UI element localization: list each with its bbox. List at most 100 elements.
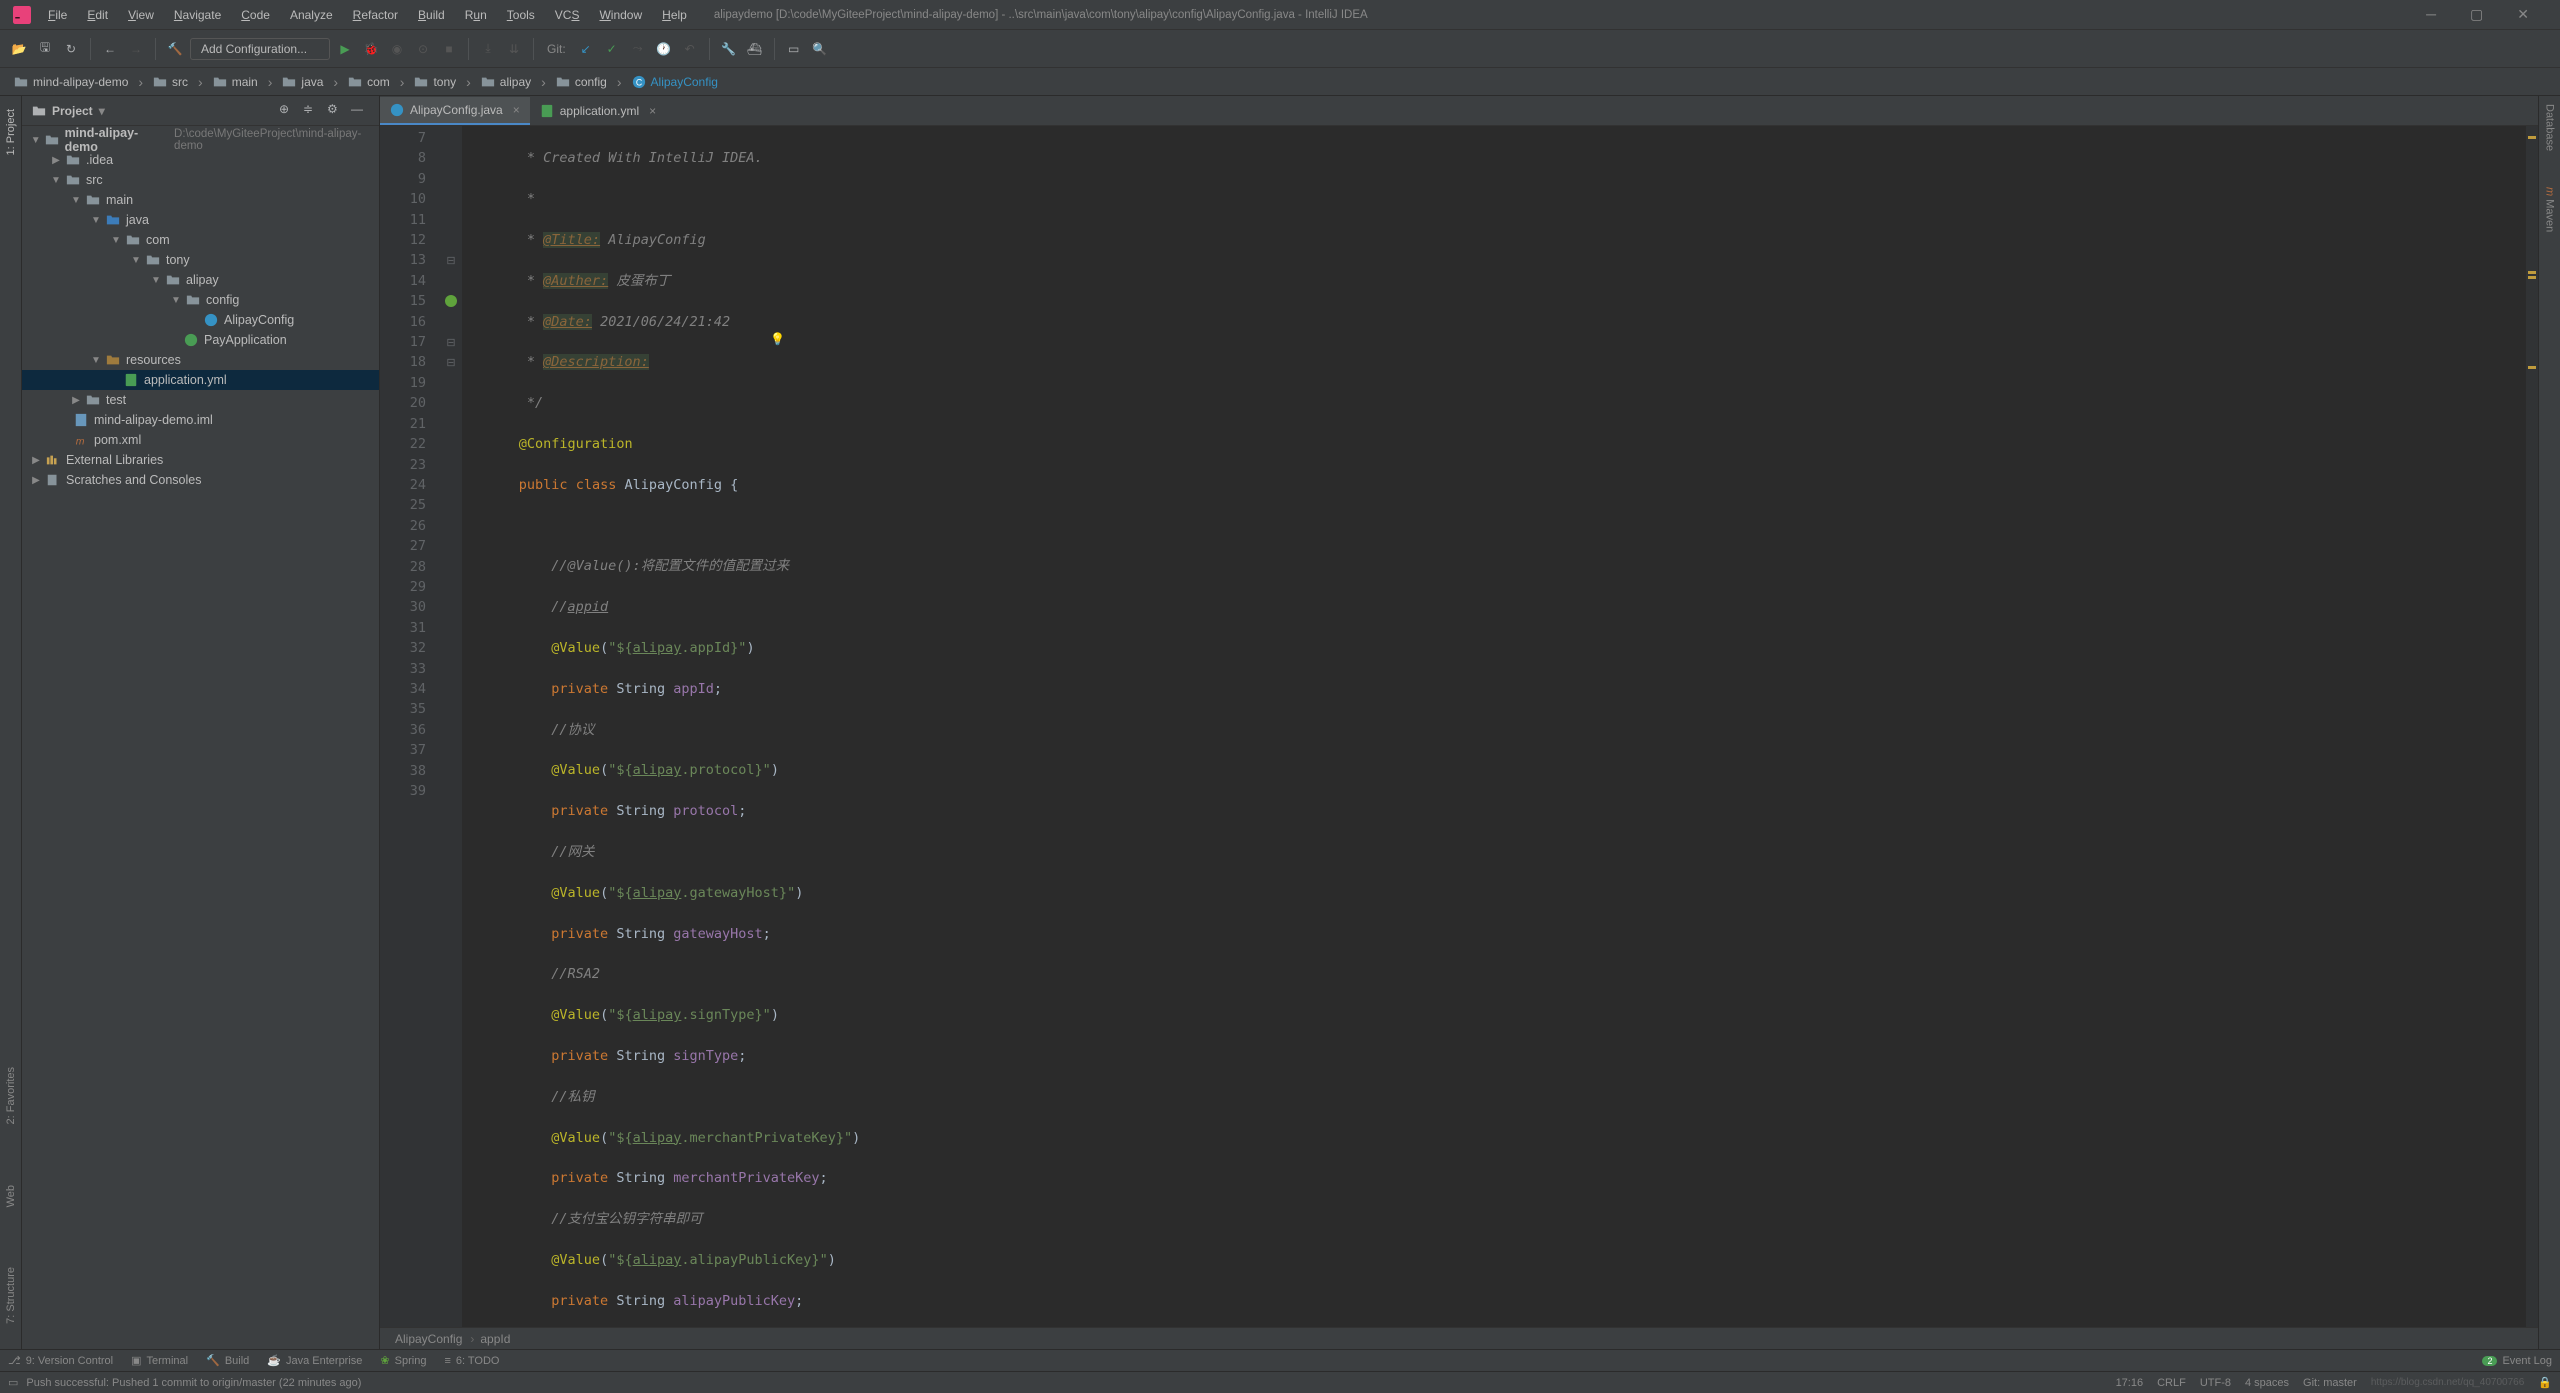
back-icon[interactable]: ←	[99, 38, 121, 60]
menu-window[interactable]: Window	[590, 4, 651, 26]
menu-edit[interactable]: Edit	[78, 4, 117, 26]
stripe-maven[interactable]: m Maven	[2542, 179, 2558, 240]
tree-applicationyml[interactable]: application.yml	[22, 370, 379, 390]
status-git-branch[interactable]: Git: master	[2303, 1377, 2357, 1389]
crumb-config[interactable]: config	[550, 73, 613, 91]
stripe-web[interactable]: Web	[5, 1180, 17, 1212]
menu-navigate[interactable]: Navigate	[165, 4, 230, 26]
crumb-main[interactable]: main	[207, 73, 264, 91]
status-indent[interactable]: 4 spaces	[2245, 1377, 2289, 1389]
tree-payapplication[interactable]: PayApplication	[22, 330, 379, 350]
menu-help[interactable]: Help	[653, 4, 696, 26]
run-configuration-select[interactable]: Add Configuration...	[190, 38, 330, 60]
menu-vcs[interactable]: VCS	[546, 4, 589, 26]
forward-icon[interactable]: →	[125, 38, 147, 60]
editor-tab-applicationyml[interactable]: application.yml ×	[530, 97, 666, 125]
git-revert-icon[interactable]: ↶	[679, 38, 701, 60]
menu-view[interactable]: View	[119, 4, 163, 26]
lightbulb-icon[interactable]: 💡	[770, 332, 785, 346]
tool-spring[interactable]: ❀Spring	[380, 1354, 426, 1367]
tree-external[interactable]: ▶External Libraries	[22, 450, 379, 470]
git-update-icon[interactable]: ↙	[575, 38, 597, 60]
menu-file[interactable]: FFileile	[39, 4, 76, 26]
crumb-java[interactable]: java	[276, 73, 329, 91]
close-button[interactable]: ✕	[2509, 6, 2537, 23]
minimize-button[interactable]: ─	[2418, 6, 2444, 23]
status-icon[interactable]: ▭	[8, 1376, 18, 1389]
crumb-project[interactable]: mind-alipay-demo	[8, 73, 134, 91]
presentation-icon[interactable]: ▭	[783, 38, 805, 60]
status-lock-icon[interactable]: 🔒	[2538, 1376, 2552, 1389]
refresh-icon[interactable]: ↻	[60, 38, 82, 60]
tree-pom[interactable]: mpom.xml	[22, 430, 379, 450]
crumb-src[interactable]: src	[147, 73, 194, 91]
close-tab-icon[interactable]: ×	[649, 104, 656, 118]
tool-todo[interactable]: ≡6: TODO	[444, 1355, 499, 1367]
crumb-tony[interactable]: tony	[408, 73, 462, 91]
tree-config[interactable]: ▼config	[22, 290, 379, 310]
menu-analyze[interactable]: Analyze	[281, 4, 342, 26]
hide-icon[interactable]: —	[351, 102, 369, 120]
git-compare-icon[interactable]: ⤳	[627, 38, 649, 60]
gear-icon[interactable]: ⚙	[327, 102, 345, 120]
deploy-icon[interactable]: ⛴	[744, 38, 766, 60]
tree-scratches[interactable]: ▶Scratches and Consoles	[22, 470, 379, 490]
status-encoding[interactable]: UTF-8	[2200, 1377, 2231, 1389]
crumb-alipay[interactable]: alipay	[475, 73, 537, 91]
coverage-icon[interactable]: ◉	[386, 38, 408, 60]
open-icon[interactable]: 📂	[8, 38, 30, 60]
menu-build[interactable]: Build	[409, 4, 454, 26]
tool-terminal[interactable]: ▣Terminal	[131, 1354, 188, 1367]
search-icon[interactable]: 🔍	[809, 38, 831, 60]
stripe-favorites[interactable]: 2: Favorites	[5, 1062, 17, 1129]
menu-refactor[interactable]: Refactor	[344, 4, 407, 26]
crumb-class[interactable]: CAlipayConfig	[626, 73, 724, 91]
menu-tools[interactable]: Tools	[498, 4, 544, 26]
stripe-structure[interactable]: 7: Structure	[5, 1262, 17, 1329]
settings-icon[interactable]: 🔧	[718, 38, 740, 60]
tool-version-control[interactable]: ⎇9: Version Control	[8, 1354, 113, 1367]
tree-iml[interactable]: mind-alipay-demo.iml	[22, 410, 379, 430]
run-icon[interactable]: ▶	[334, 38, 356, 60]
tree-alipayconfig[interactable]: AlipayConfig	[22, 310, 379, 330]
build-icon[interactable]: 🔨	[164, 38, 186, 60]
tree-idea[interactable]: ▶.idea	[22, 150, 379, 170]
scroll-indicator[interactable]	[2526, 126, 2538, 1327]
project-tree[interactable]: ▼mind-alipay-demoD:\code\MyGiteeProject\…	[22, 126, 379, 1349]
debug-icon[interactable]: 🐞	[360, 38, 382, 60]
bc-class[interactable]: AlipayConfig	[395, 1332, 462, 1346]
close-tab-icon[interactable]: ×	[513, 103, 520, 117]
tree-src[interactable]: ▼src	[22, 170, 379, 190]
crumb-com[interactable]: com	[342, 73, 396, 91]
menu-code[interactable]: Code	[232, 4, 279, 26]
tree-tony[interactable]: ▼tony	[22, 250, 379, 270]
attach-icon[interactable]: ⤓	[477, 38, 499, 60]
tree-test[interactable]: ▶test	[22, 390, 379, 410]
stripe-database[interactable]: Database	[2542, 96, 2558, 159]
project-panel-title[interactable]: Project ▾	[32, 104, 105, 118]
tool-build[interactable]: 🔨Build	[206, 1354, 249, 1367]
gutter-icons[interactable]: ⊟ ⊟ ⊟	[440, 126, 462, 1327]
bc-field[interactable]: appId	[480, 1332, 510, 1346]
tree-main[interactable]: ▼main	[22, 190, 379, 210]
stop-icon[interactable]: ■	[438, 38, 460, 60]
git-history-icon[interactable]: 🕐	[653, 38, 675, 60]
tree-resources[interactable]: ▼resources	[22, 350, 379, 370]
profile-icon[interactable]: ⊙	[412, 38, 434, 60]
line-gutter[interactable]: 7891011121314151617181920212223242526272…	[380, 126, 440, 1327]
collapse-all-icon[interactable]: ≑	[303, 102, 321, 120]
tool-java-enterprise[interactable]: ☕Java Enterprise	[267, 1354, 362, 1367]
git-commit-icon[interactable]: ✓	[601, 38, 623, 60]
tree-root[interactable]: ▼mind-alipay-demoD:\code\MyGiteeProject\…	[22, 130, 379, 150]
vcs-tool-icon[interactable]: ⇊	[503, 38, 525, 60]
tree-java[interactable]: ▼java	[22, 210, 379, 230]
save-icon[interactable]: 🖫	[34, 38, 56, 60]
tool-event-log[interactable]: 2Event Log	[2482, 1355, 2552, 1367]
editor-tab-alipayconfig[interactable]: AlipayConfig.java ×	[380, 97, 530, 125]
tree-alipay[interactable]: ▼alipay	[22, 270, 379, 290]
menu-run[interactable]: Run	[456, 4, 496, 26]
tree-com[interactable]: ▼com	[22, 230, 379, 250]
scroll-to-icon[interactable]: ⊕	[279, 102, 297, 120]
editor-content[interactable]: 7891011121314151617181920212223242526272…	[380, 126, 2538, 1327]
maximize-button[interactable]: ▢	[2462, 6, 2491, 23]
